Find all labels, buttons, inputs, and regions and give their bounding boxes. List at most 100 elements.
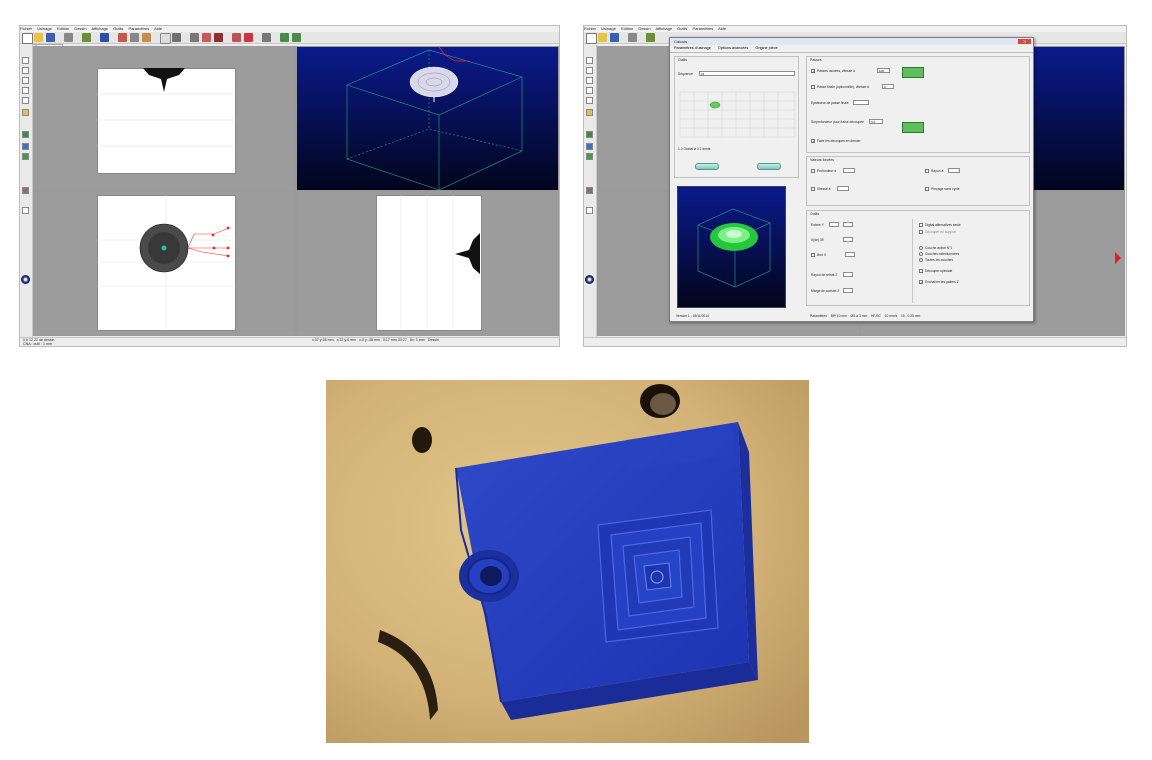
radius-input[interactable] [948,168,960,173]
pencil-tool-icon[interactable] [586,207,593,214]
menu-draw[interactable]: Dessin [74,26,86,31]
entry-y-input[interactable] [829,222,839,227]
option-6-checkbox[interactable] [919,269,923,274]
option-2-checkbox[interactable] [919,230,923,235]
footer-speed-tab[interactable]: 10 mm/s [885,314,898,318]
save-icon[interactable] [610,33,619,42]
x-origin-input[interactable] [843,237,853,242]
pan-tool-icon[interactable] [22,153,29,160]
menu-settings[interactable]: Paramètres [693,26,714,31]
top-view-viewport[interactable] [33,191,296,336]
side-view-viewport[interactable] [296,191,559,336]
tree-icon[interactable] [280,33,289,42]
menu-edit[interactable]: Edition [621,26,633,31]
color-wheel-icon[interactable] [585,275,594,284]
no-cycle-checkbox[interactable] [925,187,929,192]
print-icon[interactable] [628,33,637,42]
measure-tool-icon[interactable] [586,131,593,138]
pencil-tool-icon[interactable] [22,207,29,214]
polyline-tool-icon[interactable] [586,67,593,74]
compass-icon[interactable] [262,33,271,42]
color-wheel-icon[interactable] [21,275,30,284]
depth-checkbox[interactable] [811,169,815,174]
texture-tool-icon[interactable] [22,187,29,194]
footer-depth-tab[interactable]: 15 - 0.25 mm [901,314,920,318]
rough-pass-checkbox[interactable]: ✓ [811,69,815,74]
measure-tool-icon[interactable] [22,131,29,138]
text-tool-icon[interactable] [586,97,593,104]
circle-tool-icon[interactable] [586,77,593,84]
machine-icon[interactable] [82,33,91,42]
save-icon[interactable] [46,33,55,42]
check-icon[interactable] [172,33,181,42]
tab-origin[interactable]: Origine pièce [755,46,777,50]
cut-last-checkbox[interactable]: ✓ [811,139,815,144]
rectangle-tool-icon[interactable] [22,87,29,94]
footer-hf-tab[interactable]: HF/SC [871,314,881,318]
line-tool-icon[interactable] [22,57,29,64]
menu-file[interactable]: Fichier [584,26,596,31]
import-tool-icon[interactable] [22,109,29,116]
radius-checkbox[interactable] [925,169,929,174]
option-5-radio[interactable] [919,258,923,263]
texture-tool-icon[interactable] [586,187,593,194]
oversize-input[interactable]: 0.2 [869,119,883,124]
menu-view[interactable]: Affichage [91,26,108,31]
finish-pass-speed-input[interactable]: 0 [882,84,894,89]
option-1-checkbox[interactable] [919,223,923,228]
zoom-tool-icon[interactable] [586,143,593,150]
option-4-radio[interactable] [919,252,923,257]
zoom-tool-icon[interactable] [22,143,29,150]
raw-x-checkbox[interactable] [811,253,815,258]
speed-input[interactable] [837,186,849,191]
circle-tool-icon[interactable] [22,77,29,84]
pan-tool-icon[interactable] [586,153,593,160]
finish-pass-checkbox[interactable] [811,85,815,90]
footer-diameter-tab[interactable]: ØS ø 3 mm [851,314,868,318]
menu-help[interactable]: Aide [718,26,726,31]
menu-tools[interactable]: Outils [113,26,123,31]
new-file-icon[interactable] [22,33,33,44]
front-view-viewport[interactable] [33,46,296,191]
footer-params-tab[interactable]: Paramètres [810,314,827,318]
menu-machining[interactable]: Usinage [601,26,616,31]
option-7-checkbox[interactable]: ✓ [919,280,923,285]
tab-machining-params[interactable]: Paramètres d'usinage [674,46,711,50]
contact-margin-input[interactable] [843,288,853,293]
option-3-radio[interactable] [919,246,923,251]
menu-file[interactable]: Fichier [20,26,32,31]
menu-machining[interactable]: Usinage [37,26,52,31]
text-tool-icon[interactable] [22,97,29,104]
open-folder-icon[interactable] [598,33,607,42]
3d-view-viewport[interactable] [296,46,559,191]
raw-x-input[interactable] [845,252,855,257]
sequence-input[interactable]: 14 [699,71,795,76]
open-folder-icon[interactable] [34,33,43,42]
cut-icon[interactable] [118,33,127,42]
rectangle-tool-icon[interactable] [586,87,593,94]
line-tool-icon[interactable] [586,57,593,64]
entry-y2-input[interactable] [843,222,853,227]
undo-icon[interactable] [100,33,109,42]
tab-advanced-options[interactable]: Options avancées [718,46,748,50]
depth-input[interactable] [843,168,855,173]
chart-icon[interactable] [244,33,253,42]
print-icon[interactable] [64,33,73,42]
menu-draw[interactable]: Dessin [638,26,650,31]
menu-help[interactable]: Aide [154,26,162,31]
tool-grid[interactable] [675,87,800,147]
import-tool-icon[interactable] [586,109,593,116]
finish-thickness-input[interactable] [853,100,869,105]
close-icon[interactable]: ✕ [1018,39,1031,44]
fill-icon[interactable] [214,33,223,42]
copy-icon[interactable] [130,33,139,42]
speed-checkbox[interactable] [811,187,815,192]
menu-view[interactable]: Affichage [655,26,672,31]
remove-tool-button[interactable] [757,163,781,170]
retract-input[interactable] [843,272,853,277]
menu-edit[interactable]: Edition [57,26,69,31]
polyline-tool-icon[interactable] [22,67,29,74]
select-icon[interactable] [160,33,171,44]
rough-pass-speed-input[interactable]: 100 [877,68,890,73]
frame-icon[interactable] [202,33,211,42]
